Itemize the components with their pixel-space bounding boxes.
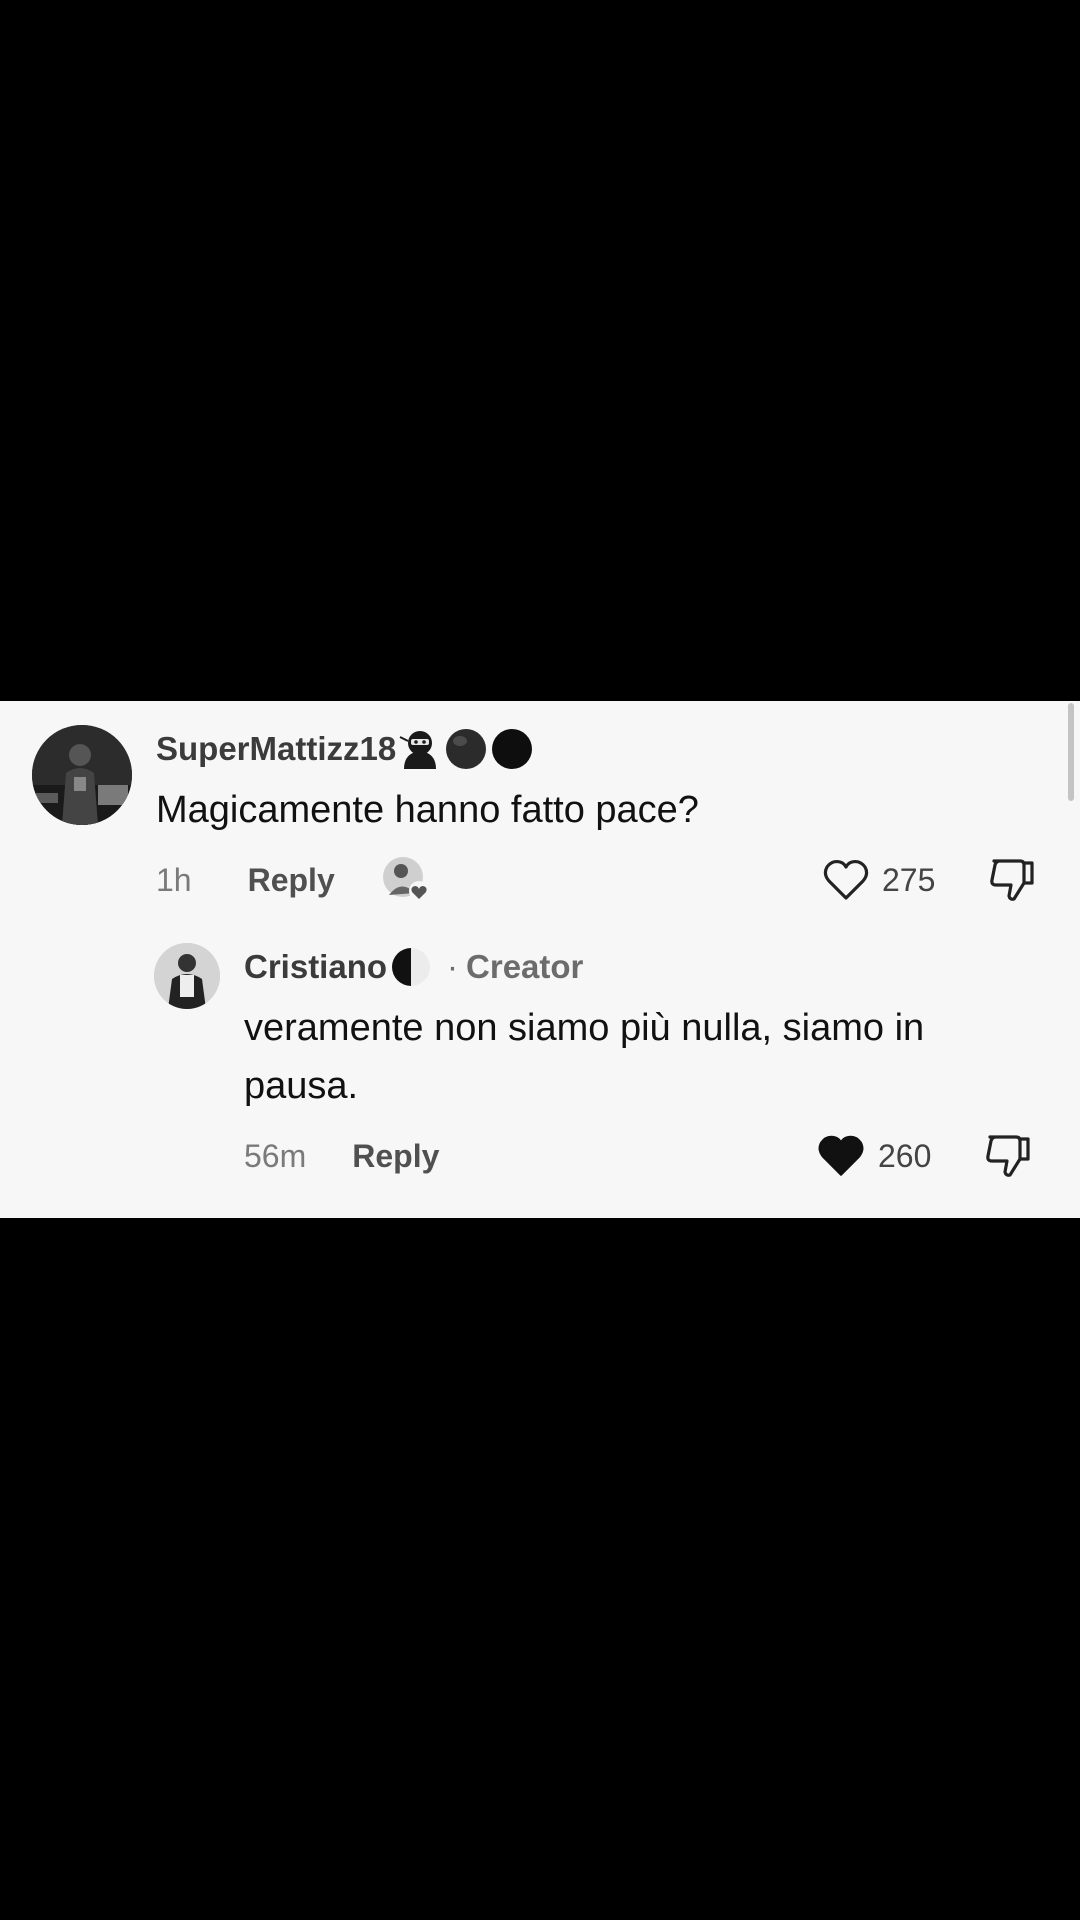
thumbs-down-icon[interactable] xyxy=(982,1129,1034,1181)
video-frame: SuperMattizz18 Magicamente hanno fatto p… xyxy=(0,0,1080,1920)
username-text: SuperMattizz18 xyxy=(156,730,397,767)
comment-username[interactable]: Cristiano · Creator xyxy=(244,945,583,989)
comment-meta: 1h Reply xyxy=(156,853,431,907)
black-circle-icon xyxy=(492,729,533,769)
creator-liked-badge xyxy=(381,855,431,905)
thumbs-down-icon[interactable] xyxy=(986,853,1038,905)
ninja-emoji-icon xyxy=(399,731,437,769)
black-circle-icon xyxy=(446,729,487,769)
comment-time: 56m xyxy=(244,1137,307,1174)
heart-icon[interactable] xyxy=(822,858,870,902)
like-count: 275 xyxy=(882,861,936,898)
comment-text: veramente non siamo più nulla, siamo in … xyxy=(244,1007,925,1107)
creator-badge: Creator xyxy=(466,948,584,985)
reply-button[interactable]: Reply xyxy=(352,1138,439,1175)
half-moon-icon xyxy=(392,948,431,986)
like-group[interactable]: 260 xyxy=(816,1129,931,1183)
username-text: Cristiano xyxy=(244,948,388,985)
comment-panel: SuperMattizz18 Magicamente hanno fatto p… xyxy=(0,701,1080,1218)
creator-separator: · xyxy=(447,948,459,985)
comment-time: 1h xyxy=(156,861,192,898)
comment-meta: 56m Reply xyxy=(244,1129,439,1183)
avatar[interactable] xyxy=(32,725,132,825)
comment-text: Magicamente hanno fatto pace? xyxy=(156,789,699,831)
scrollbar[interactable] xyxy=(1068,703,1074,801)
like-group[interactable]: 275 xyxy=(822,853,935,907)
like-count: 260 xyxy=(878,1137,932,1174)
comment-username[interactable]: SuperMattizz18 xyxy=(156,727,534,771)
heart-icon[interactable] xyxy=(816,1133,866,1179)
avatar[interactable] xyxy=(154,943,220,1009)
reply-button[interactable]: Reply xyxy=(248,862,335,899)
